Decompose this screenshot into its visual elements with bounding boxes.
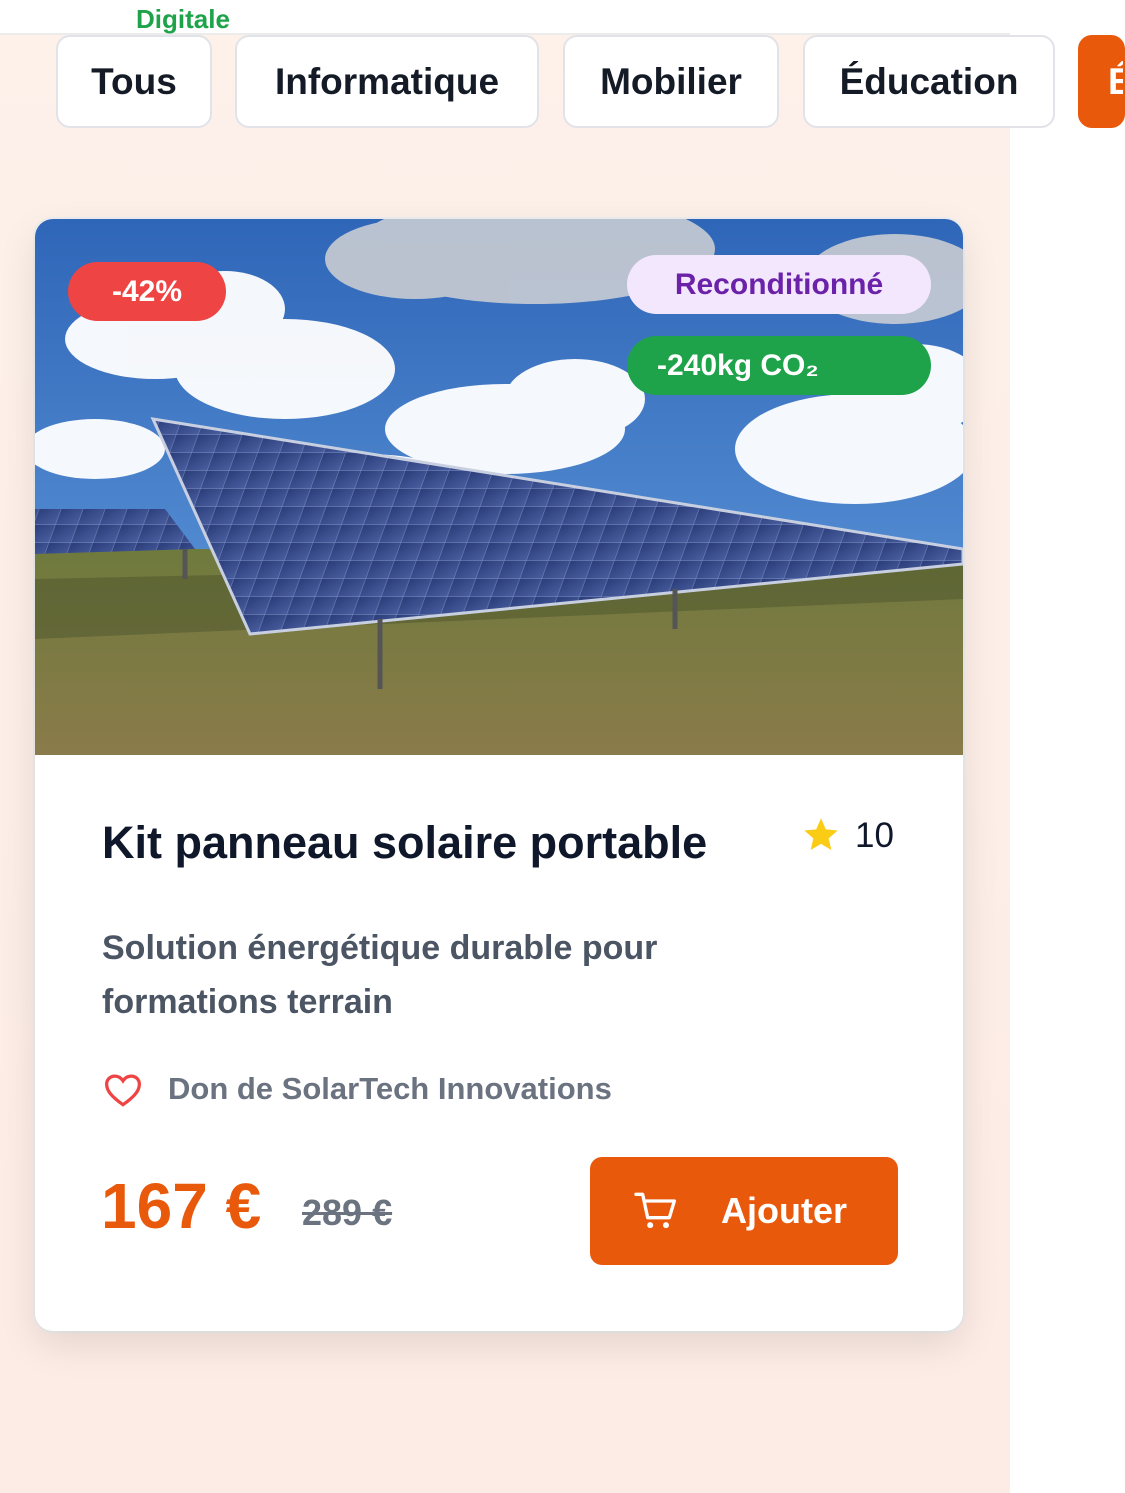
add-to-cart-button[interactable]: Ajouter bbox=[590, 1157, 898, 1265]
product-description: Solution énergétique durable pour format… bbox=[102, 929, 658, 1021]
star-icon bbox=[804, 818, 838, 850]
filter-tous[interactable]: Tous bbox=[56, 35, 212, 128]
add-button-label: Ajouter bbox=[721, 1190, 847, 1231]
top-header-strip: Digitale bbox=[0, 0, 1010, 35]
current-price: 167 € bbox=[101, 1170, 262, 1242]
product-card[interactable]: -42% Reconditionné -240kg CO₂ Kit pannea… bbox=[35, 219, 963, 1331]
product-title[interactable]: Kit panneau solaire portable bbox=[102, 817, 707, 869]
cart-icon bbox=[634, 1192, 676, 1229]
filter-active-partial[interactable]: É bbox=[1078, 35, 1125, 128]
rating-value: 10 bbox=[855, 816, 894, 855]
filter-education[interactable]: Éducation bbox=[803, 35, 1055, 128]
donor-label: Don de SolarTech Innovations bbox=[168, 1071, 612, 1106]
filter-mobilier[interactable]: Mobilier bbox=[563, 35, 779, 128]
filter-informatique[interactable]: Informatique bbox=[235, 35, 539, 128]
condition-badge: Reconditionné bbox=[627, 255, 931, 314]
discount-badge: -42% bbox=[68, 262, 226, 321]
header-subtitle: Digitale bbox=[136, 4, 230, 34]
heart-icon[interactable] bbox=[103, 1072, 143, 1108]
original-price: 289 € bbox=[302, 1192, 393, 1233]
co2-badge: -240kg CO₂ bbox=[627, 336, 931, 395]
